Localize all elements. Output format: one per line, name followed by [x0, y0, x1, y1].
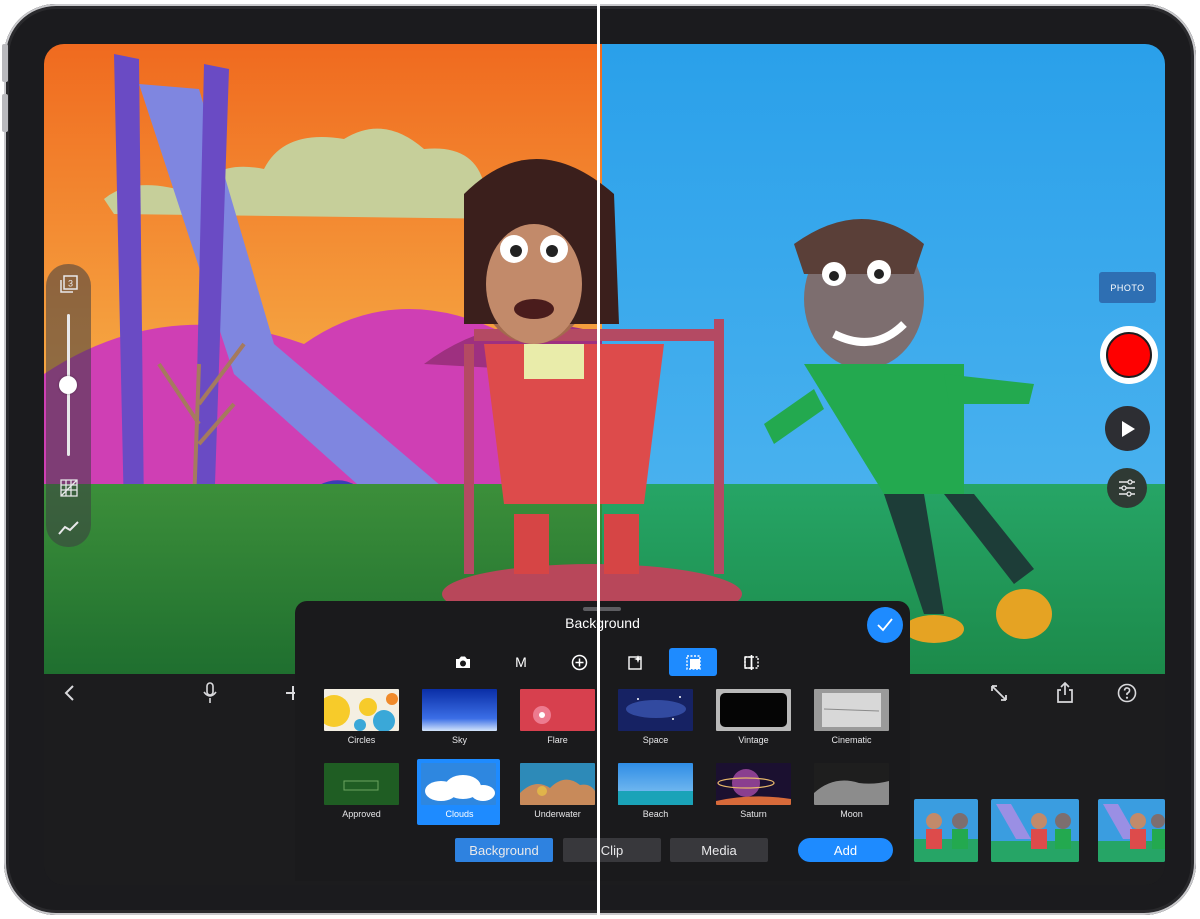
grid-icon[interactable]	[46, 474, 91, 502]
tile-label: Sky	[451, 735, 467, 745]
tab-compare[interactable]	[727, 648, 775, 676]
sky-thumbnail	[422, 689, 497, 731]
tab-mask[interactable]: M	[497, 648, 545, 676]
tile-label: Circles	[347, 735, 376, 745]
graph-icon[interactable]	[46, 514, 91, 542]
comparison-divider[interactable]	[597, 0, 600, 919]
panel-title: Background	[565, 615, 640, 631]
tile-label: Space	[642, 735, 669, 745]
split-compare-icon	[743, 654, 759, 670]
done-button[interactable]	[867, 607, 903, 643]
circles-thumbnail	[324, 689, 399, 731]
tile-label: Cinematic	[831, 735, 872, 745]
opacity-slider-knob[interactable]	[59, 376, 77, 394]
space-thumbnail	[618, 689, 693, 731]
timeline-clip[interactable]	[1098, 799, 1165, 862]
dashed-square-icon	[685, 654, 701, 670]
tab-camera[interactable]	[439, 648, 487, 676]
segment-clip[interactable]: Clip	[563, 838, 661, 862]
play-button[interactable]	[1105, 406, 1150, 451]
timeline-clip[interactable]	[991, 799, 1079, 862]
camera-icon	[456, 656, 470, 668]
tile-label: Moon	[840, 809, 863, 819]
plus-circle-icon	[571, 654, 587, 670]
panel-grabber[interactable]	[583, 607, 621, 611]
tile-label: Vintage	[738, 735, 769, 745]
cinematic-thumbnail	[814, 689, 889, 731]
saturn-thumbnail	[716, 763, 791, 805]
segment-media[interactable]: Media	[670, 838, 768, 862]
flare-thumbnail	[520, 689, 595, 731]
beach-thumbnail	[618, 763, 693, 805]
add-button[interactable]: Add	[798, 838, 893, 862]
layer-count: 3	[67, 279, 72, 289]
vintage-thumbnail	[716, 689, 791, 731]
background-panel: Background M Circles Sky Flare Space Vin…	[295, 601, 910, 881]
play-icon	[1121, 420, 1135, 437]
m-letter-icon: M	[515, 654, 527, 670]
help-icon[interactable]	[1114, 682, 1140, 704]
tile-label: Saturn	[740, 809, 767, 819]
ipad-frame: 3 PHOTO Background M Circles Sky Flare S…	[2, 4, 1196, 915]
back-chevron-icon[interactable]	[56, 682, 82, 704]
tab-add[interactable]	[555, 648, 603, 676]
expand-icon[interactable]	[986, 682, 1012, 704]
tab-effects[interactable]	[611, 648, 659, 676]
microphone-icon[interactable]	[197, 682, 223, 704]
photo-mode-button[interactable]: PHOTO	[1099, 272, 1156, 303]
layers-icon[interactable]: 3	[46, 270, 91, 298]
checkmark-icon	[877, 618, 893, 632]
share-icon[interactable]	[1052, 682, 1078, 704]
sparkle-square-icon	[627, 654, 642, 670]
clouds-thumbnail	[421, 763, 496, 805]
tile-label: Flare	[547, 735, 568, 745]
underwater-thumbnail	[520, 763, 595, 805]
volume-button	[2, 44, 8, 82]
tab-background[interactable]	[669, 648, 717, 676]
camera-preview	[44, 44, 1165, 674]
approved-thumbnail	[324, 763, 399, 805]
volume-button	[2, 94, 8, 132]
timeline-clip[interactable]	[914, 799, 978, 862]
tile-label: Underwater	[534, 809, 581, 819]
moon-thumbnail	[814, 763, 889, 805]
tile-label: Approved	[342, 809, 381, 819]
sliders-icon	[1119, 479, 1135, 497]
tile-label: Clouds	[445, 809, 474, 819]
record-indicator	[1106, 332, 1152, 378]
segment-background[interactable]: Background	[455, 838, 553, 862]
tile-label: Beach	[642, 809, 669, 819]
settings-button[interactable]	[1107, 468, 1147, 508]
record-button[interactable]	[1100, 326, 1158, 384]
camera-tools-bar: 3	[46, 264, 91, 547]
